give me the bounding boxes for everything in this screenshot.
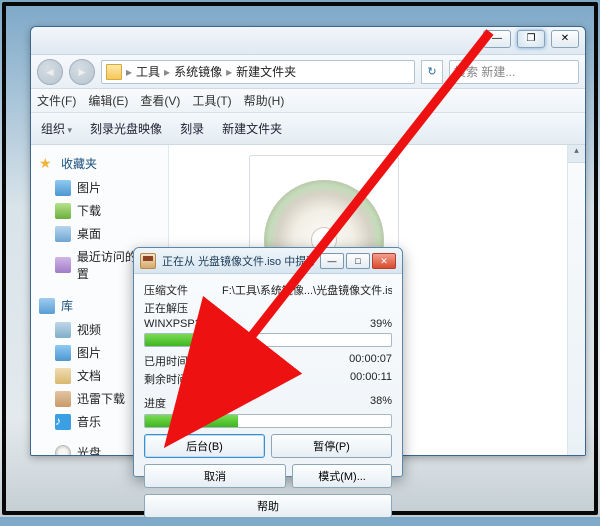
dialog-close-button[interactable]: ✕ — [372, 253, 396, 269]
search-input[interactable]: 搜索 新建... — [449, 60, 579, 84]
menu-view[interactable]: 查看(V) — [140, 92, 180, 109]
remain-value: 00:00:11 — [350, 371, 392, 387]
tb-burn[interactable]: 刻录 — [180, 120, 204, 137]
cancel-button[interactable]: 取消 — [144, 464, 286, 488]
menu-tools[interactable]: 工具(T) — [192, 92, 231, 109]
scrollbar-vertical[interactable]: ▴ — [567, 145, 585, 455]
crumb-seg[interactable]: 新建文件夹 — [236, 63, 296, 80]
help-button[interactable]: 帮助 — [144, 494, 392, 518]
menu-file[interactable]: 文件(F) — [37, 92, 76, 109]
mode-button[interactable]: 模式(M)... — [292, 464, 392, 488]
file-percent: 39% — [370, 318, 392, 330]
dialog-title: 正在从 光盘镜像文件.iso 中提取 — [162, 253, 314, 269]
refresh-button[interactable]: ↻ — [421, 60, 443, 84]
sidebar-item-downloads[interactable]: 下载 — [31, 199, 168, 222]
menu-help[interactable]: 帮助(H) — [244, 92, 285, 109]
pause-button[interactable]: 暂停(P) — [271, 434, 392, 458]
tb-burn-image[interactable]: 刻录光盘映像 — [90, 120, 162, 137]
sidebar-item-desktop[interactable]: 桌面 — [31, 222, 168, 245]
elapsed-value: 00:00:07 — [349, 353, 392, 369]
file-progress-bar — [144, 333, 392, 347]
explorer-titlebar: ― ❐ ✕ — [31, 27, 585, 55]
crumb-seg[interactable]: 工具 — [136, 63, 160, 80]
minimize-button[interactable]: ― — [483, 30, 511, 48]
remain-label: 剩余时间 — [144, 371, 188, 387]
breadcrumb[interactable]: ▸ 工具 ▸ 系统镜像 ▸ 新建文件夹 — [101, 60, 415, 84]
current-file: WINXPSP3.GHO — [144, 318, 229, 330]
nav-fwd-button[interactable]: ► — [69, 59, 95, 85]
menu-edit[interactable]: 编辑(E) — [88, 92, 128, 109]
progress-percent: 38% — [370, 395, 392, 411]
extract-dialog: 正在从 光盘镜像文件.iso 中提取 ― □ ✕ 压缩文件 F:\工具\系统镜像… — [133, 247, 403, 477]
explorer-menubar: 文件(F) 编辑(E) 查看(V) 工具(T) 帮助(H) — [31, 89, 585, 113]
folder-icon — [106, 64, 122, 80]
archive-path: F:\工具\系统镜像...\光盘镜像文件.iso — [222, 282, 392, 298]
address-bar: ◄ ► ▸ 工具 ▸ 系统镜像 ▸ 新建文件夹 ↻ 搜索 新建... — [31, 55, 585, 89]
tb-organize[interactable]: 组织 — [41, 120, 72, 137]
dialog-maximize-button[interactable]: □ — [346, 253, 370, 269]
elapsed-label: 已用时间 — [144, 353, 188, 369]
maximize-button[interactable]: ❐ — [517, 30, 545, 48]
dialog-titlebar[interactable]: 正在从 光盘镜像文件.iso 中提取 ― □ ✕ — [134, 248, 402, 274]
extracting-label: 正在解压 — [144, 300, 188, 316]
winrar-icon — [140, 253, 156, 269]
tb-new-folder[interactable]: 新建文件夹 — [222, 120, 282, 137]
sidebar-item-pictures[interactable]: 图片 — [31, 176, 168, 199]
nav-back-button[interactable]: ◄ — [37, 59, 63, 85]
dialog-minimize-button[interactable]: ― — [320, 253, 344, 269]
progress-label: 进度 — [144, 395, 166, 411]
archive-label: 压缩文件 — [144, 282, 188, 298]
total-progress-bar — [144, 414, 392, 428]
explorer-toolbar: 组织 刻录光盘映像 刻录 新建文件夹 — [31, 113, 585, 145]
close-button[interactable]: ✕ — [551, 30, 579, 48]
sidebar-favorites[interactable]: ★收藏夹 — [31, 151, 168, 176]
background-button[interactable]: 后台(B) — [144, 434, 265, 458]
crumb-seg[interactable]: 系统镜像 — [174, 63, 222, 80]
